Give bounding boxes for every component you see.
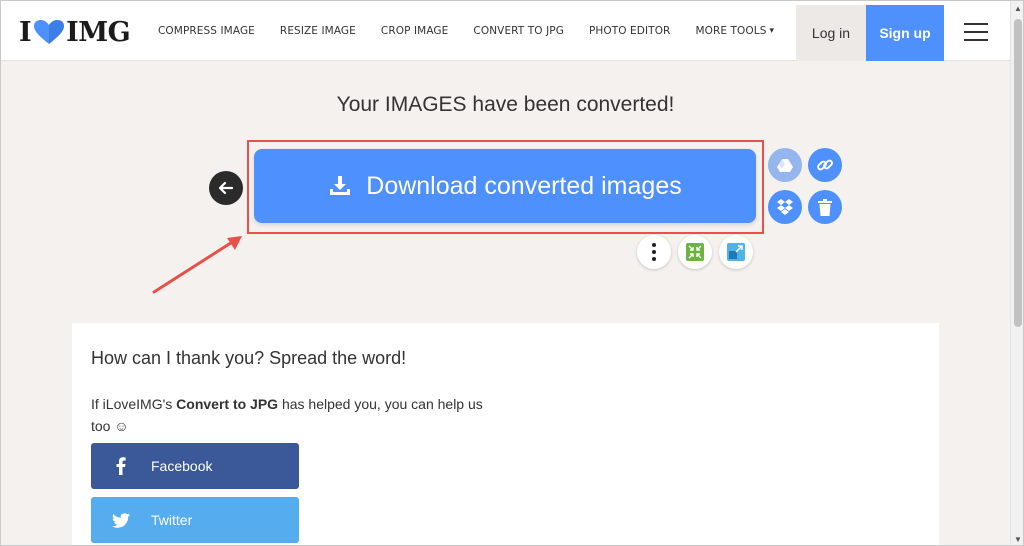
- download-button[interactable]: Download converted images: [254, 149, 756, 223]
- logo-prefix: I: [19, 16, 32, 48]
- nav-resize-image[interactable]: RESIZE IMAGE: [280, 25, 356, 37]
- scroll-thumb[interactable]: [1014, 19, 1022, 327]
- share-text-tool-name: Convert to JPG: [176, 396, 279, 412]
- signup-button[interactable]: Sign up: [866, 5, 944, 61]
- back-button[interactable]: [209, 171, 243, 205]
- copy-link-button[interactable]: [808, 148, 842, 182]
- share-text: If iLoveIMG's Convert to JPG has helped …: [91, 393, 501, 437]
- nav-label: MORE TOOLS: [695, 25, 767, 37]
- share-card: How can I thank you? Spread the word! If…: [72, 323, 939, 545]
- download-label: Download converted images: [366, 171, 682, 200]
- delete-button[interactable]: [808, 190, 842, 224]
- top-header: I IMG COMPRESS IMAGE RESIZE IMAGE CROP I…: [1, 1, 1010, 61]
- share-text-prefix: If iLoveIMG's: [91, 396, 177, 412]
- nav-label: RESIZE IMAGE: [279, 25, 356, 37]
- scroll-up-icon[interactable]: ▲: [1014, 4, 1022, 13]
- google-drive-button[interactable]: [768, 148, 802, 182]
- nav-label: COMPRESS IMAGE: [158, 25, 255, 37]
- page-title: Your IMAGES have been converted!: [336, 93, 675, 116]
- nav-crop-image[interactable]: CROP IMAGE: [381, 25, 449, 37]
- annotation-arrow: [152, 236, 242, 294]
- resize-icon: [727, 243, 745, 261]
- scroll-down-icon[interactable]: ▼: [1014, 535, 1022, 544]
- vertical-scrollbar[interactable]: ▲ ▼: [1010, 1, 1023, 545]
- nav-label: CROP IMAGE: [380, 25, 449, 37]
- compress-icon: [686, 243, 704, 261]
- app-window: I IMG COMPRESS IMAGE RESIZE IMAGE CROP I…: [0, 0, 1024, 546]
- facebook-label: Facebook: [151, 458, 213, 474]
- nav-label: CONVERT TO JPG: [473, 25, 564, 37]
- nav-convert-to-jpg[interactable]: CONVERT TO JPG: [473, 25, 564, 37]
- logo[interactable]: I IMG: [19, 16, 131, 48]
- nav-compress-image[interactable]: COMPRESS IMAGE: [158, 25, 255, 37]
- compress-image-tool-button[interactable]: [678, 235, 712, 269]
- google-drive-icon: [777, 159, 793, 172]
- main-nav: COMPRESS IMAGE RESIZE IMAGE CROP IMAGE C…: [158, 1, 799, 61]
- arrow-left-icon: [218, 181, 234, 195]
- logo-suffix: IMG: [66, 16, 131, 48]
- share-title: How can I thank you? Spread the word!: [91, 348, 407, 368]
- more-vertical-icon: [652, 243, 656, 261]
- link-icon: [817, 159, 833, 171]
- download-icon: [330, 176, 351, 195]
- hamburger-icon[interactable]: [964, 23, 988, 41]
- resize-image-tool-button[interactable]: [719, 235, 753, 269]
- nav-more-tools[interactable]: MORE TOOLS ▾: [695, 25, 774, 37]
- dropbox-button[interactable]: [768, 190, 802, 224]
- dropbox-icon: [777, 199, 793, 215]
- more-options-button[interactable]: [637, 235, 671, 269]
- login-button[interactable]: Log in: [796, 5, 866, 61]
- share-twitter-button[interactable]: Twitter: [91, 497, 299, 543]
- share-facebook-button[interactable]: Facebook: [91, 443, 299, 489]
- heart-logo-icon: [34, 20, 65, 44]
- nav-photo-editor[interactable]: PHOTO EDITOR: [589, 25, 671, 37]
- twitter-icon: [112, 512, 130, 528]
- facebook-icon: [116, 457, 126, 475]
- twitter-label: Twitter: [151, 512, 193, 528]
- chevron-down-icon: ▾: [769, 26, 775, 36]
- nav-label: PHOTO EDITOR: [588, 25, 671, 37]
- trash-icon: [818, 198, 832, 216]
